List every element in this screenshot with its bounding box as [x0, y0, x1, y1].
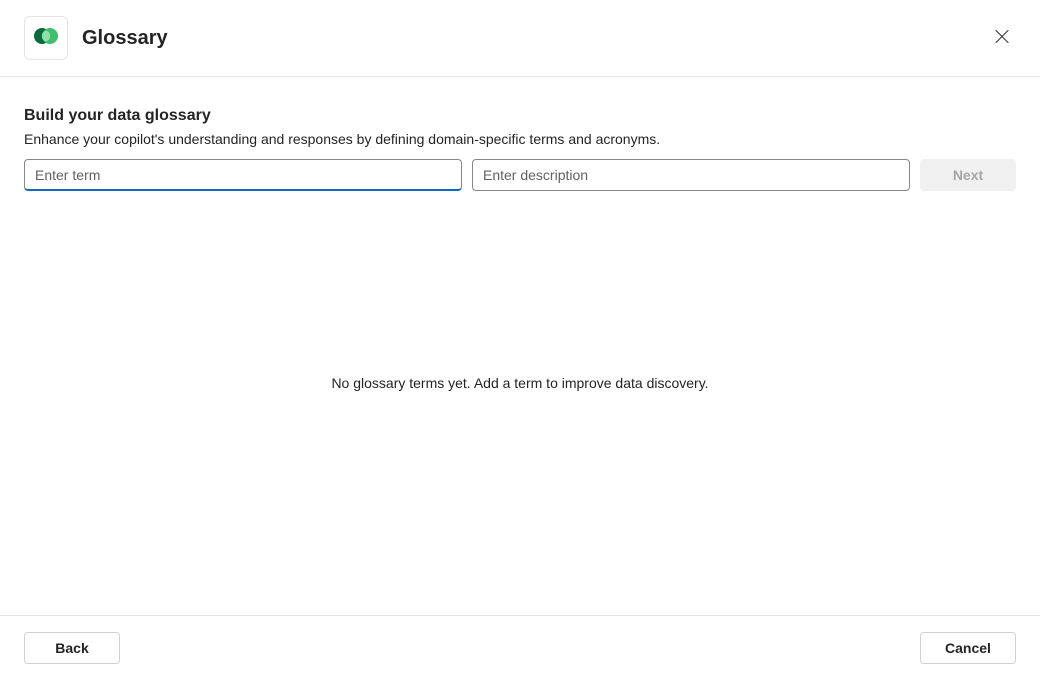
close-icon — [994, 29, 1010, 48]
empty-state-text: No glossary terms yet. Add a term to imp… — [331, 375, 708, 391]
dialog-body: Build your data glossary Enhance your co… — [0, 77, 1040, 615]
dialog-footer: Back Cancel — [0, 615, 1040, 680]
empty-state: No glossary terms yet. Add a term to imp… — [24, 191, 1016, 615]
app-icon-box — [24, 16, 68, 60]
input-row: Next — [24, 159, 1016, 191]
description-input[interactable] — [472, 159, 910, 191]
cancel-button[interactable]: Cancel — [920, 632, 1016, 664]
section-heading: Build your data glossary — [24, 107, 1016, 125]
dialog-title: Glossary — [82, 27, 168, 50]
back-button[interactable]: Back — [24, 632, 120, 664]
close-button[interactable] — [988, 23, 1016, 54]
dialog-header: Glossary — [0, 0, 1040, 77]
dataverse-icon — [33, 26, 59, 51]
section-subheading: Enhance your copilot's understanding and… — [24, 131, 1016, 147]
next-button[interactable]: Next — [920, 159, 1016, 191]
term-input[interactable] — [24, 159, 462, 191]
